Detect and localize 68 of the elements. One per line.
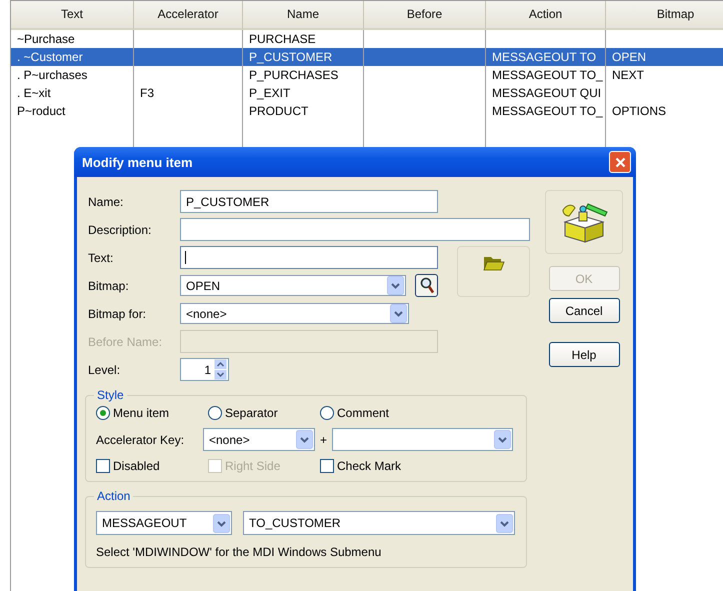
column-header[interactable]: Name (243, 1, 364, 30)
field-label: Bitmap for: (88, 306, 148, 320)
search-icon (420, 277, 434, 294)
radio-circle[interactable] (96, 406, 110, 420)
table-cell: . E~xit (11, 84, 134, 102)
table-row[interactable]: . P~urchases P_PURCHASES MESSAGEOUT TO_ NEXT (11, 66, 723, 84)
field-label: Text: (88, 250, 114, 264)
table-cell: MESSAGEOUT QUI (486, 84, 606, 102)
spin-field[interactable]: 1 (180, 358, 229, 381)
field-label: Bitmap: (88, 278, 130, 292)
table-cell: . P~urchases (11, 66, 134, 84)
column-header[interactable]: Action (486, 1, 606, 30)
table-cell: P_CUSTOMER (243, 48, 364, 66)
radio-button[interactable]: Separator (208, 406, 320, 420)
column-header[interactable]: Accelerator (134, 1, 243, 30)
field-label: Name: (88, 194, 124, 208)
table-cell: P_EXIT (243, 84, 364, 102)
table-cell: F3 (134, 84, 243, 102)
text-cursor (185, 251, 186, 264)
table-cell: NEXT (606, 66, 723, 84)
checkbox-square[interactable] (96, 459, 110, 473)
column-header[interactable]: Text (11, 1, 134, 30)
plus-sign: + (320, 432, 328, 446)
dropdown[interactable]: TO_CUSTOMER (243, 511, 515, 535)
spinner-arrows-icon[interactable] (214, 359, 227, 380)
table-cell: P~roduct (11, 102, 134, 120)
table-row[interactable]: . E~xit F3 P_EXIT MESSAGEOUT QUI (11, 84, 723, 102)
radio-circle[interactable] (320, 406, 334, 420)
table-cell: PRODUCT (243, 102, 364, 120)
search-button[interactable] (415, 274, 438, 297)
radio-button[interactable]: Comment (320, 406, 432, 420)
folder-icon (482, 255, 504, 271)
window-title: Modify menu item (82, 154, 193, 170)
table-cell: MESSAGEOUT TO_ (486, 66, 606, 84)
table-cell: MESSAGEOUT TO_ (486, 102, 606, 120)
checkbox[interactable]: Check Mark (320, 459, 432, 473)
group-title: Style (94, 388, 127, 402)
column-header[interactable]: Before (364, 1, 486, 30)
dropdown[interactable]: OPEN (180, 275, 406, 296)
table-row[interactable]: . ~Customer P_CUSTOMER MESSAGEOUT TO OPEN (11, 48, 723, 66)
table-row[interactable]: P~roduct PRODUCT MESSAGEOUT TO_ OPTIONS (11, 102, 723, 120)
field-label: Accelerator Key: (96, 432, 186, 446)
text-field[interactable] (180, 218, 530, 241)
dialog-button[interactable]: Help (548, 342, 620, 367)
dropdown[interactable]: <none> (203, 428, 315, 451)
text-field[interactable] (180, 246, 438, 269)
dialog-button[interactable]: Cancel (548, 298, 620, 323)
text-field[interactable]: P_CUSTOMER (180, 190, 438, 213)
group-title: Action (94, 489, 134, 503)
close-icon (614, 156, 626, 168)
checkbox[interactable]: Disabled (96, 459, 208, 473)
field-label: Description: (88, 222, 152, 236)
field-label: Level: (88, 362, 122, 376)
hint-text: Select 'MDIWINDOW' for the MDI Windows Submenu (96, 545, 382, 559)
dropdown[interactable] (332, 428, 514, 451)
field-label: Before Name: (88, 334, 164, 348)
column-header[interactable]: Bitmap (606, 1, 723, 30)
radio-button[interactable]: Menu item (96, 406, 208, 420)
table-cell: . ~Customer (11, 48, 134, 66)
table-cell: OPEN (606, 48, 723, 66)
radio-circle[interactable] (208, 406, 222, 420)
checkbox-square[interactable] (320, 459, 334, 473)
table-cell: OPTIONS (606, 102, 723, 120)
table-cell: P_PURCHASES (243, 66, 364, 84)
dropdown[interactable]: <none> (180, 303, 409, 324)
table-cell: MESSAGEOUT TO (486, 48, 606, 66)
dropdown[interactable]: MESSAGEOUT (96, 511, 232, 535)
close-button[interactable] (609, 151, 631, 173)
